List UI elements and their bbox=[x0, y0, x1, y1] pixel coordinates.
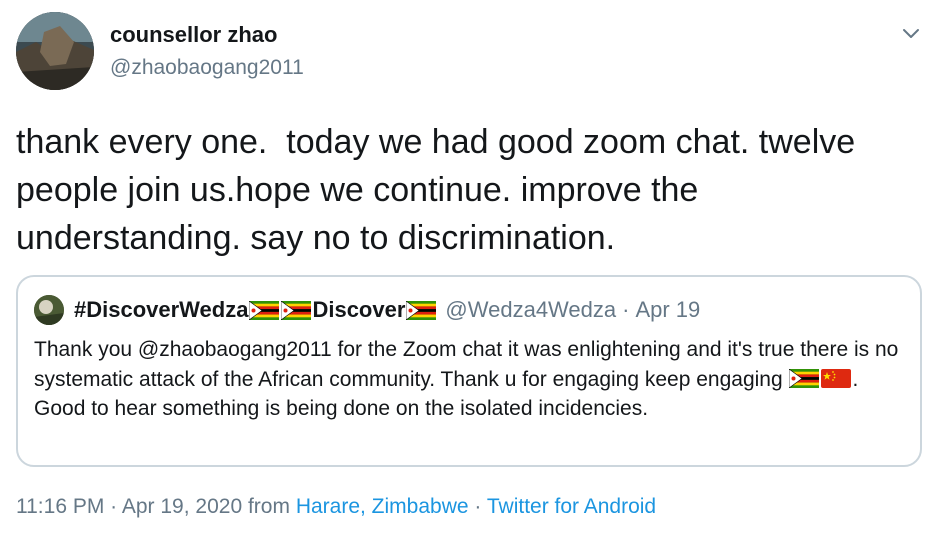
author-avatar[interactable] bbox=[16, 12, 94, 90]
quoted-author-name-part2: Discover bbox=[312, 297, 406, 322]
flag-zimbabwe-icon bbox=[406, 300, 437, 320]
tweet-time[interactable]: 11:16 PM bbox=[16, 495, 104, 518]
author-name[interactable]: counsellor zhao bbox=[110, 22, 277, 48]
footer-from: from bbox=[247, 495, 290, 518]
flag-zimbabwe-icon bbox=[789, 368, 820, 388]
source-link[interactable]: Twitter for Android bbox=[487, 495, 656, 518]
flag-china-icon bbox=[821, 368, 852, 388]
tweet-text: thank every one. today we had good zoom … bbox=[16, 123, 865, 257]
quoted-separator: · bbox=[622, 297, 630, 322]
quoted-date: Apr 19 bbox=[635, 297, 701, 322]
tweet-footer: 11:16 PM · Apr 19, 2020 from Harare, Zim… bbox=[16, 495, 656, 519]
chevron-down-icon[interactable] bbox=[900, 22, 922, 44]
quoted-tweet-card[interactable]: #DiscoverWedza Discover @Wedza4Wedza · A… bbox=[16, 275, 922, 467]
author-handle[interactable]: @zhaobaogang2011 bbox=[110, 56, 304, 80]
flag-zimbabwe-icon bbox=[249, 300, 280, 320]
quoted-header: #DiscoverWedza Discover @Wedza4Wedza · A… bbox=[74, 295, 700, 325]
quoted-tweet-text: Thank you @zhaobaogang2011 for the Zoom … bbox=[34, 335, 904, 424]
tweet-date[interactable]: Apr 19, 2020 bbox=[122, 495, 242, 518]
flag-zimbabwe-icon bbox=[281, 300, 312, 320]
quoted-author-avatar bbox=[34, 295, 64, 325]
quoted-text-part1: Thank you @zhaobaogang2011 for the Zoom … bbox=[34, 338, 899, 391]
location-link[interactable]: Harare, Zimbabwe bbox=[296, 495, 469, 518]
quoted-author-name-part1: #DiscoverWedza bbox=[74, 297, 249, 322]
footer-separator: · bbox=[110, 495, 118, 518]
footer-separator: · bbox=[474, 495, 482, 518]
quoted-author-handle: @Wedza4Wedza bbox=[445, 297, 617, 322]
